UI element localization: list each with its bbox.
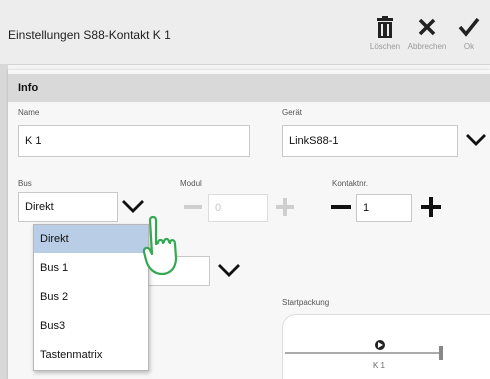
track-contact-icon	[285, 340, 443, 360]
bus-label: Bus	[18, 179, 32, 188]
window-edge	[0, 64, 8, 379]
bus-dropdown-list: Direkt Bus 1 Bus 2 Bus3 Tastenmatrix	[33, 224, 149, 371]
kontakt-label: Kontaktnr.	[332, 179, 369, 188]
name-label: Name	[18, 108, 40, 117]
ok-button[interactable]: Ok	[446, 8, 490, 60]
section-header: Info	[8, 74, 490, 102]
geraet-select[interactable]: LinkS88-1	[282, 125, 458, 157]
bus-option-bus2[interactable]: Bus 2	[34, 283, 148, 311]
geraet-label: Gerät	[282, 108, 303, 117]
name-field[interactable]: K 1	[18, 125, 250, 157]
preview-label: K 1	[373, 361, 386, 370]
bus-option-bus1[interactable]: Bus 1	[34, 254, 148, 282]
cancel-button[interactable]: Abbrechen	[404, 8, 450, 60]
ok-label: Ok	[463, 42, 475, 51]
kontakt-plus-icon[interactable]	[418, 194, 444, 220]
startpackung-preview: K 1	[282, 314, 490, 379]
delete-label: Löschen	[369, 42, 401, 51]
bus-chevron-down-icon[interactable]	[120, 196, 146, 216]
window-title: Einstellungen S88-Kontakt K 1	[8, 28, 171, 42]
geraet-chevron-down-icon[interactable]	[464, 130, 488, 150]
startpackung-label: Startpackung	[282, 298, 330, 307]
trash-icon	[377, 16, 393, 38]
title-bar: Einstellungen S88-Kontakt K 1 Löschen Ab…	[0, 0, 490, 65]
modul-plus-icon[interactable]	[272, 194, 298, 220]
kontakt-minus-icon[interactable]	[328, 194, 354, 220]
bus-option-tastenmatrix[interactable]: Tastenmatrix	[34, 341, 148, 369]
cancel-label: Abbrechen	[407, 42, 447, 51]
hand-pointer-icon	[142, 215, 178, 276]
check-icon	[458, 17, 480, 37]
section-title: Info	[18, 82, 39, 94]
modul-field[interactable]: 0	[208, 194, 268, 222]
delete-button[interactable]: Löschen	[362, 8, 408, 60]
hidden-select-chevron-down-icon[interactable]	[216, 260, 242, 280]
settings-window: Einstellungen S88-Kontakt K 1 Löschen Ab…	[0, 0, 490, 379]
close-icon	[418, 18, 436, 36]
modul-label: Modul	[180, 179, 202, 188]
bus-select[interactable]: Direkt	[18, 192, 118, 222]
bus-option-direkt[interactable]: Direkt	[34, 225, 148, 253]
kontakt-field[interactable]: 1	[356, 194, 412, 222]
bus-option-bus3[interactable]: Bus3	[34, 312, 148, 340]
